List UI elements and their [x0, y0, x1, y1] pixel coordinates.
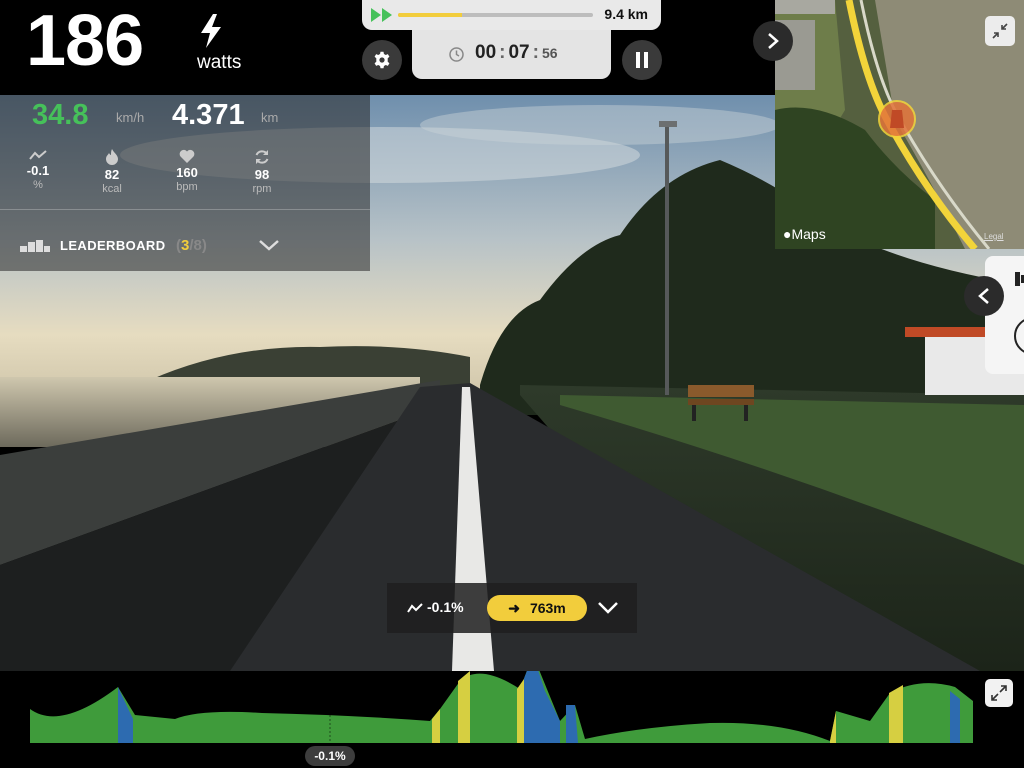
- route-progress: 9.4 km: [362, 0, 661, 30]
- arrow-right-icon: ➜: [508, 599, 520, 616]
- grade-value: -0.1: [26, 163, 50, 178]
- power-value: 186: [26, 1, 144, 81]
- power-unit: watts: [197, 52, 242, 73]
- stats-panel: 34.8 km/h 4.371 km -0.1 % 82 kcal 160 bp…: [0, 95, 370, 271]
- leaderboard-total: 8: [193, 237, 202, 254]
- timer-separator: :: [499, 42, 506, 63]
- map-collapse-button[interactable]: [985, 16, 1015, 46]
- stat-cadence: 98 rpm: [237, 149, 287, 195]
- cadence-value: 98: [254, 167, 270, 182]
- heart-rate-value: 160: [176, 165, 198, 180]
- side-panel[interactable]: [985, 256, 1024, 374]
- elevation-expand-button[interactable]: [985, 679, 1013, 707]
- timer-seconds: 56: [541, 45, 558, 61]
- map-legal-link[interactable]: Legal: [984, 232, 1004, 241]
- clock-icon: [449, 47, 464, 62]
- collapse-icon: [992, 23, 1008, 39]
- map-brand: ●Maps: [783, 226, 826, 242]
- elevation-profile[interactable]: [0, 671, 1024, 768]
- next-segment-bar: -0.1% ➜ 763m: [387, 583, 637, 633]
- leaderboard-toggle[interactable]: LEADERBOARD (3/8): [0, 229, 300, 261]
- speed-value: 34.8: [32, 99, 89, 131]
- distance-unit: km: [261, 110, 279, 125]
- timer-separator: :: [532, 42, 539, 63]
- kcal-unit: kcal: [102, 183, 122, 195]
- timer-minutes: 07: [508, 42, 530, 63]
- segment-grade-value: -0.1%: [427, 599, 464, 615]
- leaderboard-rank-close: ): [201, 237, 207, 254]
- segment-distance-value: 763m: [529, 600, 566, 616]
- stats-divider: [0, 209, 370, 210]
- heart-rate-unit: bpm: [176, 181, 198, 193]
- grade-unit: %: [33, 179, 43, 191]
- settings-button[interactable]: [362, 40, 402, 80]
- leaderboard-rank: (3/8): [176, 237, 207, 254]
- cadence-icon: [255, 150, 269, 164]
- chevron-right-icon: [768, 33, 779, 49]
- pause-button[interactable]: [622, 40, 662, 80]
- timer-hours: 00: [475, 42, 497, 63]
- progress-fill: [398, 13, 463, 17]
- side-panel-icon: [1014, 272, 1024, 353]
- bolt-icon: [201, 14, 221, 48]
- segment-grade: -0.1%: [407, 599, 464, 615]
- timer-text: 00:07:56: [475, 42, 558, 64]
- chevron-left-icon: [978, 288, 989, 304]
- grade-icon: [29, 150, 47, 160]
- stat-grade: -0.1 %: [13, 149, 63, 191]
- kcal-value: 82: [104, 167, 120, 182]
- gear-icon: [374, 51, 390, 69]
- leaderboard-icon: [20, 240, 50, 252]
- distance-value: 4.371: [172, 99, 245, 131]
- chevron-down-icon: [259, 240, 279, 251]
- heart-icon: [179, 149, 195, 163]
- cadence-unit: rpm: [252, 183, 272, 195]
- map-next-button[interactable]: [753, 21, 793, 61]
- stat-kcal: 82 kcal: [87, 149, 137, 195]
- current-grade-badge: -0.1%: [305, 746, 355, 766]
- progress-track: [398, 13, 593, 17]
- side-panel-toggle-button[interactable]: [964, 276, 1004, 316]
- leaderboard-label: LEADERBOARD: [60, 238, 166, 253]
- fast-forward-icon[interactable]: [371, 7, 393, 23]
- flame-icon: [106, 149, 118, 165]
- chevron-down-icon[interactable]: [597, 601, 619, 614]
- segment-distance-badge: ➜ 763m: [487, 595, 587, 621]
- elapsed-timer: 00:07:56: [412, 30, 611, 79]
- speed-unit: km/h: [116, 110, 145, 125]
- pause-icon: [636, 52, 648, 68]
- total-distance: 9.4 km: [604, 6, 648, 22]
- grade-icon: [407, 603, 423, 613]
- stat-heart-rate: 160 bpm: [162, 149, 212, 193]
- expand-icon: [991, 685, 1007, 701]
- elevation-chart: [0, 671, 1024, 768]
- map-brand-label: Maps: [791, 226, 826, 242]
